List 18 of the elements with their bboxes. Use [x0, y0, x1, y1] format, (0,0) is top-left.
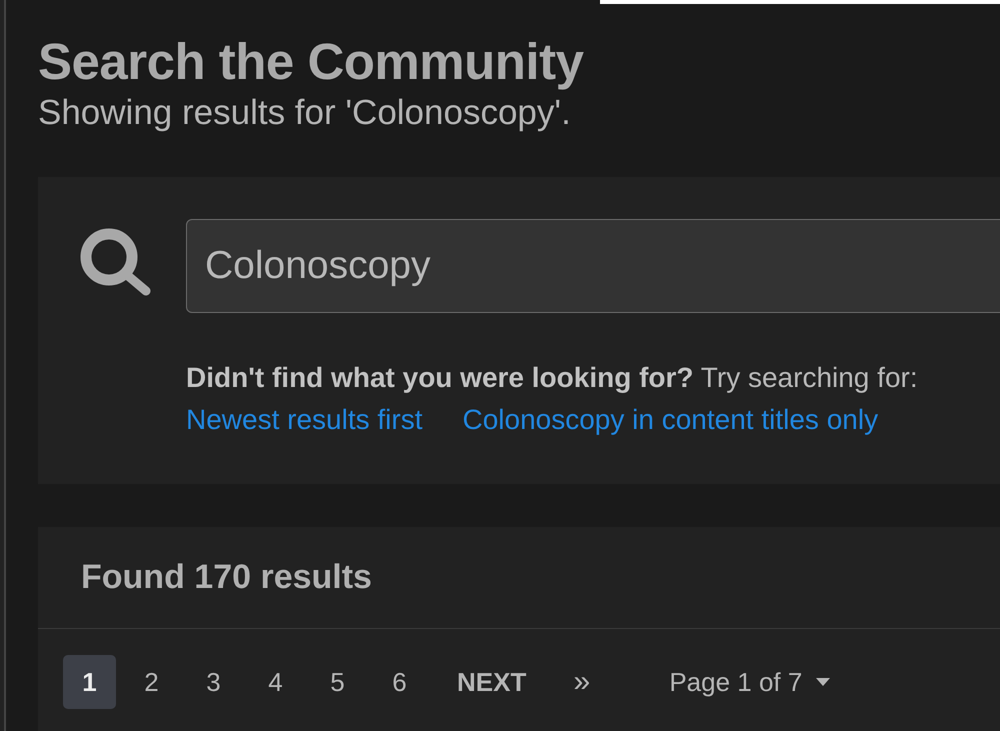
- page-button[interactable]: 3: [187, 655, 240, 709]
- page-button[interactable]: 4: [249, 655, 302, 709]
- suggestion-link[interactable]: Colonoscopy in content titles only: [462, 405, 878, 435]
- last-page-button[interactable]: »: [555, 655, 608, 709]
- page-button[interactable]: 5: [311, 655, 364, 709]
- page-title: Search the Community: [38, 35, 584, 89]
- page-button[interactable]: 2: [125, 655, 178, 709]
- search-icon: [80, 228, 152, 296]
- results-count: Found 170 results: [81, 558, 372, 597]
- search-hint: Didn't find what you were looking for? Try searching for:: [186, 363, 918, 393]
- caret-icon: [816, 678, 830, 686]
- suggestion-link[interactable]: Newest results first: [186, 405, 422, 435]
- page-select[interactable]: Page 1 of 7: [665, 655, 834, 709]
- page-button[interactable]: 6: [373, 655, 426, 709]
- page-button[interactable]: 1: [63, 655, 116, 709]
- results-subtitle: Showing results for 'Colonoscopy'.: [38, 95, 571, 131]
- search-input[interactable]: Colonoscopy: [186, 219, 1000, 313]
- next-button[interactable]: NEXT: [441, 655, 542, 709]
